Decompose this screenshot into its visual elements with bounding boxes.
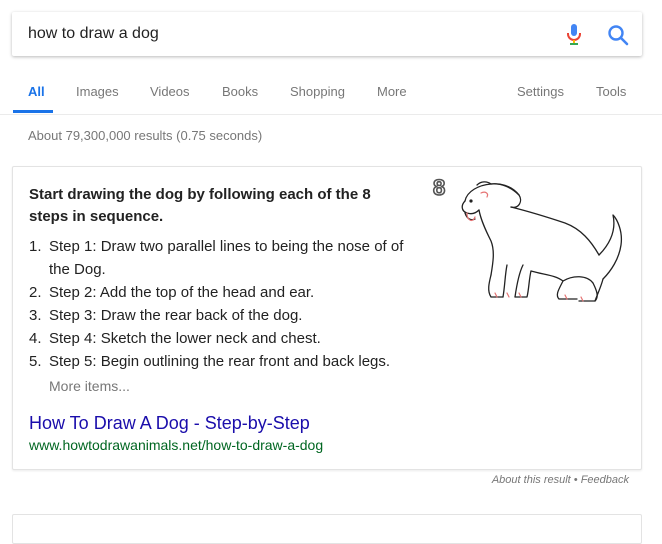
divider (0, 114, 662, 115)
active-tab-indicator (13, 110, 53, 113)
step-text: Step 2: Add the top of the head and ear. (49, 284, 315, 301)
search-box[interactable]: how to draw a dog (12, 12, 642, 56)
list-item: 4. Step 4: Sketch the lower neck and ches… (29, 327, 421, 350)
steps-list: 1. Step 1: Draw two parallel lines to bei… (29, 235, 421, 373)
feedback-link[interactable]: Feedback (581, 474, 629, 486)
step-text: Step 4: Sketch the lower neck and chest. (49, 330, 321, 347)
about-this-result-link[interactable]: About this result (492, 474, 571, 486)
list-item: 1. Step 1: Draw two parallel lines to bei… (29, 235, 421, 281)
step-number: 5. (29, 353, 42, 370)
step-number: 3. (29, 307, 42, 324)
dog-nose (469, 199, 473, 203)
microphone-icon[interactable] (565, 23, 583, 47)
tab-images[interactable]: Images (76, 84, 119, 99)
tab-videos[interactable]: Videos (150, 84, 190, 99)
step-number: 4. (29, 330, 42, 347)
search-input[interactable]: how to draw a dog (28, 25, 159, 43)
about-result-footer: About this result • Feedback (491, 474, 629, 486)
list-item: 5. Step 5: Begin outlining the rear front… (29, 350, 421, 373)
tab-shopping[interactable]: Shopping (290, 84, 345, 99)
tab-books[interactable]: Books (222, 84, 258, 99)
result-stats: About 79,300,000 results (0.75 seconds) (28, 128, 263, 143)
step-text: Step 1: Draw two parallel lines to being… (49, 238, 404, 278)
step-number-badge: 8 (433, 175, 445, 200)
step-text: Step 3: Draw the rear back of the dog. (49, 307, 303, 324)
step-number: 2. (29, 284, 42, 301)
tab-tools[interactable]: Tools (596, 84, 626, 99)
step-number: 1. (29, 238, 42, 255)
result-url: www.howtodrawanimals.net/how-to-draw-a-d… (29, 437, 324, 453)
featured-snippet: Start drawing the dog by following each … (12, 166, 642, 470)
snippet-heading: Start drawing the dog by following each … (29, 186, 371, 225)
search-icon[interactable] (606, 23, 630, 47)
tab-more[interactable]: More (377, 84, 407, 99)
list-item: 2. Step 2: Add the top of the head and ea… (29, 281, 421, 304)
more-items-link[interactable]: More items... (49, 378, 130, 394)
list-item: 3. Step 3: Draw the rear back of the dog. (29, 304, 421, 327)
result-title-link[interactable]: How To Draw A Dog - Step-by-Step (29, 413, 310, 434)
dog-drawing-image[interactable]: 8 (431, 171, 643, 311)
tab-all[interactable]: All (28, 84, 45, 99)
tab-settings[interactable]: Settings (517, 84, 564, 99)
step-text: Step 5: Begin outlining the rear front a… (49, 353, 391, 370)
search-tabs: All Images Videos Books Shopping More Se… (0, 80, 662, 114)
next-result-card (12, 514, 642, 544)
